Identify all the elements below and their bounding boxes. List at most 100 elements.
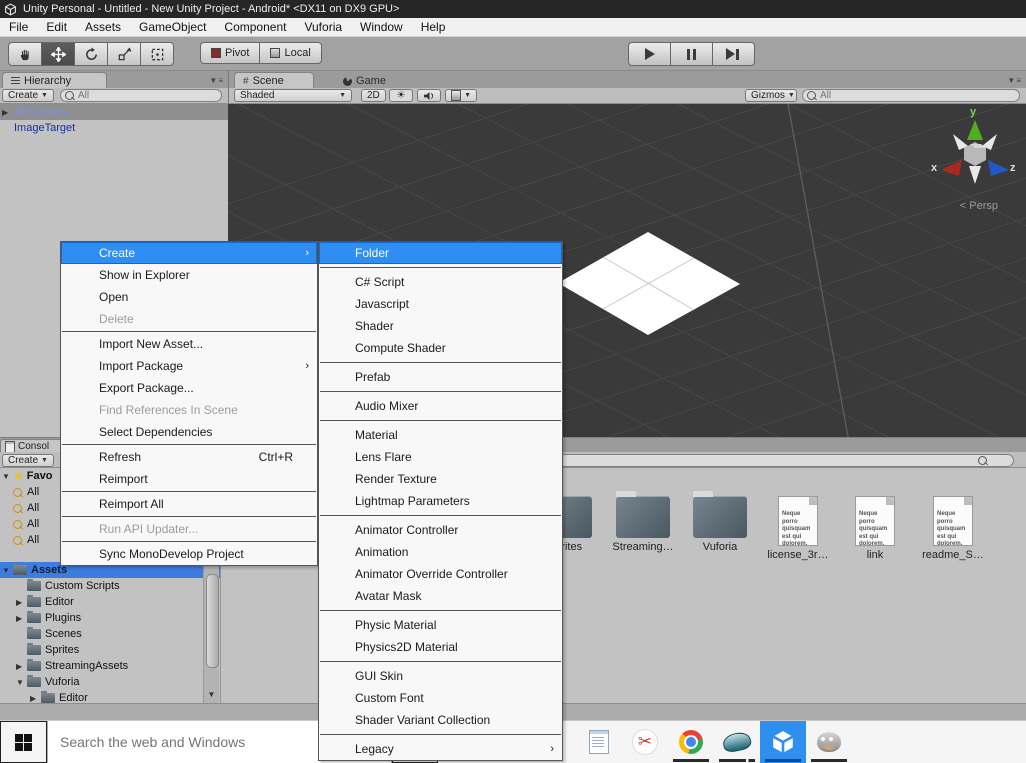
hierarchy-search-input[interactable] (76, 89, 217, 102)
taskbar-button-3d-viewer[interactable] (714, 721, 760, 763)
create-submenu-item-physics2d-material[interactable]: Physics2D Material (319, 636, 562, 658)
expand-arrow-icon[interactable]: ▶ (16, 662, 27, 671)
hierarchy-search[interactable] (60, 89, 222, 102)
tree-item-vuforia[interactable]: ▼Vuforia (0, 674, 220, 690)
create-submenu-item-render-texture[interactable]: Render Texture (319, 468, 562, 490)
create-submenu-item-shader[interactable]: Shader (319, 315, 562, 337)
menubar-item-component[interactable]: Component (215, 18, 295, 36)
tree-item-custom-scripts[interactable]: Custom Scripts (0, 578, 220, 594)
create-submenu-item-avatar-mask[interactable]: Avatar Mask (319, 585, 562, 607)
menubar-item-assets[interactable]: Assets (76, 18, 130, 36)
expand-arrow-icon[interactable]: ▼ (16, 678, 27, 687)
tree-item-streamingassets[interactable]: ▶StreamingAssets (0, 658, 220, 674)
axis-y-label[interactable]: y (970, 106, 976, 118)
create-submenu-item-prefab[interactable]: Prefab (319, 366, 562, 388)
tab-scene[interactable]: # Scene (234, 72, 314, 89)
audio-toggle-button[interactable] (417, 89, 441, 102)
menubar-item-help[interactable]: Help (412, 18, 455, 36)
move-tool-button[interactable] (42, 42, 75, 66)
axis-x-label[interactable]: x (931, 162, 937, 174)
create-submenu-item-legacy[interactable]: Legacy› (319, 738, 562, 760)
expand-arrow-icon[interactable]: ▶ (30, 694, 41, 703)
hierarchy-create-button[interactable]: Create▼ (2, 89, 54, 102)
start-button[interactable] (0, 721, 47, 763)
context-menu-item-refresh[interactable]: RefreshCtrl+R (61, 446, 317, 468)
project-create-button[interactable]: Create▼ (2, 454, 54, 467)
axis-z-label[interactable]: z (1010, 162, 1016, 174)
play-button[interactable] (628, 42, 671, 66)
create-submenu-item-animator-override-controller[interactable]: Animator Override Controller (319, 563, 562, 585)
local-toggle-button[interactable]: Local (260, 42, 321, 64)
scale-tool-button[interactable] (108, 42, 141, 66)
create-submenu-item-folder[interactable]: Folder (319, 242, 562, 264)
hierarchy-item-imagetarget[interactable]: ImageTarget (0, 120, 228, 136)
grid-item-streaming-[interactable]: Streaming… (606, 496, 680, 553)
expand-arrow-icon[interactable]: ▶ (2, 108, 14, 117)
tree-item-plugins[interactable]: ▶Plugins (0, 610, 220, 626)
create-submenu-item-audio-mixer[interactable]: Audio Mixer (319, 395, 562, 417)
menubar-item-gameobject[interactable]: GameObject (130, 18, 215, 36)
create-submenu-item-lens-flare[interactable]: Lens Flare (319, 446, 562, 468)
expand-arrow-icon[interactable]: ▶ (16, 598, 27, 607)
create-submenu-item-lightmap-parameters[interactable]: Lightmap Parameters (319, 490, 562, 512)
grid-item-vuforia[interactable]: Vuforia (683, 496, 757, 553)
context-menu-item-reimport-all[interactable]: Reimport All (61, 493, 317, 515)
context-menu-item-reimport[interactable]: Reimport (61, 468, 317, 490)
menubar-item-edit[interactable]: Edit (37, 18, 76, 36)
taskbar-button-unity[interactable] (760, 721, 806, 763)
tree-item-editor[interactable]: ▶Editor (0, 690, 220, 703)
scene-search-input[interactable] (818, 89, 1015, 102)
hierarchy-pane-options-icon[interactable]: ▼≡ (209, 76, 224, 85)
create-submenu-item-javascript[interactable]: Javascript (319, 293, 562, 315)
context-menu-item-import-new-asset-[interactable]: Import New Asset... (61, 333, 317, 355)
pause-button[interactable] (671, 42, 713, 66)
taskbar-button-notepad[interactable] (576, 721, 622, 763)
tab-hierarchy[interactable]: Hierarchy (2, 72, 107, 89)
rotate-tool-button[interactable] (75, 42, 108, 66)
grid-item-link[interactable]: Neque porro quisquam est qui dolorem.lin… (838, 496, 912, 561)
scrollbar-down-arrow[interactable]: ▼ (205, 689, 218, 701)
context-menu-item-open[interactable]: Open (61, 286, 317, 308)
create-submenu-item-custom-font[interactable]: Custom Font (319, 687, 562, 709)
step-button[interactable] (713, 42, 755, 66)
tree-item-sprites[interactable]: Sprites (0, 642, 220, 658)
create-submenu-item-shader-variant-collection[interactable]: Shader Variant Collection (319, 709, 562, 731)
scene-pane-options-icon[interactable]: ▼≡ (1007, 76, 1022, 85)
create-submenu-item-c#-script[interactable]: C# Script (319, 271, 562, 293)
context-menu-item-sync-monodevelop-project[interactable]: Sync MonoDevelop Project (61, 543, 317, 565)
rect-tool-button[interactable] (141, 42, 174, 66)
create-submenu-item-animation[interactable]: Animation (319, 541, 562, 563)
lighting-toggle-button[interactable]: ☀ (389, 89, 413, 102)
scene-search[interactable] (802, 89, 1020, 102)
menubar-item-vuforia[interactable]: Vuforia (295, 18, 351, 36)
effects-dropdown-button[interactable]: ▼ (445, 89, 477, 102)
context-menu-item-select-dependencies[interactable]: Select Dependencies (61, 421, 317, 443)
menubar-item-window[interactable]: Window (351, 18, 412, 36)
expand-arrow-icon[interactable]: ▼ (2, 566, 13, 575)
persp-toggle[interactable]: < Persp (960, 200, 998, 212)
context-menu-item-import-package[interactable]: Import Package› (61, 355, 317, 377)
tree-item-scenes[interactable]: Scenes (0, 626, 220, 642)
2d-toggle-button[interactable]: 2D (361, 89, 386, 102)
tree-item-editor[interactable]: ▶Editor (0, 594, 220, 610)
create-submenu-item-physic-material[interactable]: Physic Material (319, 614, 562, 636)
tab-game[interactable]: Game (334, 72, 404, 89)
context-menu-item-create[interactable]: Create› (61, 242, 317, 264)
grid-item-readme-s-[interactable]: Neque porro quisquam est qui dolorem.rea… (916, 496, 990, 561)
context-menu-item-export-package-[interactable]: Export Package... (61, 377, 317, 399)
shaded-dropdown[interactable]: Shaded▼ (234, 89, 352, 102)
context-menu-item-show-in-explorer[interactable]: Show in Explorer (61, 264, 317, 286)
hand-tool-button[interactable] (8, 42, 42, 66)
menubar-item-file[interactable]: File (0, 18, 37, 36)
taskbar-button-gimp[interactable] (806, 721, 852, 763)
expand-arrow-icon[interactable]: ▶ (16, 614, 27, 623)
grid-item-license-3r-[interactable]: Neque porro quisquam est qui dolorem.lic… (761, 496, 835, 561)
create-submenu-item-animator-controller[interactable]: Animator Controller (319, 519, 562, 541)
tab-console[interactable]: Consol (0, 439, 64, 453)
hierarchy-item-arcamera[interactable]: ▶ARCamera (0, 104, 228, 120)
pivot-toggle-button[interactable]: Pivot (200, 42, 260, 64)
taskbar-button-chrome[interactable] (668, 721, 714, 763)
expand-arrow-icon[interactable]: ▼ (2, 472, 13, 481)
taskbar-button-snipping-tool[interactable]: ✂ (622, 721, 668, 763)
create-submenu-item-material[interactable]: Material (319, 424, 562, 446)
